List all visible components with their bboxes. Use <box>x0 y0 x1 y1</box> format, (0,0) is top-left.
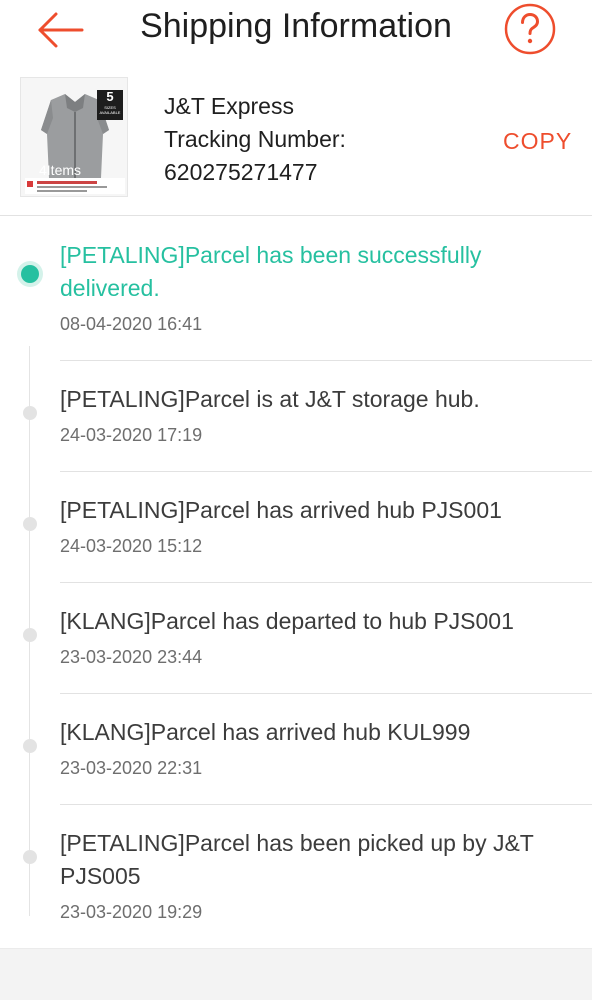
event-description: [PETALING]Parcel has been successfully d… <box>60 242 482 301</box>
event-description: [PETALING]Parcel is at J&T storage hub. <box>60 386 480 412</box>
sizes-badge-number: 5 <box>106 89 114 104</box>
timeline-dot <box>23 739 37 753</box>
event-divider <box>60 471 592 472</box>
event-description: [PETALING]Parcel has arrived hub PJS001 <box>60 497 502 523</box>
timeline-dot <box>23 628 37 642</box>
timeline-dot <box>23 517 37 531</box>
event-timestamp: 24-03-2020 17:19 <box>60 425 203 445</box>
thumbnail-overlay-text: 4Items <box>39 162 82 178</box>
event-timestamp: 08-04-2020 16:41 <box>60 314 203 334</box>
event-divider <box>60 360 592 361</box>
timeline-dot <box>23 850 37 864</box>
product-thumbnail[interactable]: 5 SIZES AVAILABLE 4Items <box>20 77 128 197</box>
question-circle-icon <box>504 3 556 55</box>
event-divider <box>60 804 592 805</box>
timeline-dot <box>23 406 37 420</box>
tracking-number: 620275271477 <box>164 159 318 185</box>
timeline-dot-active <box>21 265 39 283</box>
header-bar: Shipping Information <box>0 0 592 70</box>
event-timestamp: 23-03-2020 22:31 <box>60 758 203 778</box>
copy-button[interactable]: COPY <box>503 127 572 155</box>
event-divider <box>60 693 592 694</box>
event-timestamp: 23-03-2020 19:29 <box>60 902 203 922</box>
event-description: [KLANG]Parcel has arrived hub KUL999 <box>60 719 471 745</box>
event-divider <box>60 582 592 583</box>
event-timestamp: 24-03-2020 15:12 <box>60 536 203 556</box>
shipment-summary: 5 SIZES AVAILABLE 4Items J&T Express Tra… <box>0 70 592 216</box>
footer-band <box>0 948 592 1000</box>
sizes-badge-text: SIZES AVAILABLE <box>99 105 121 115</box>
event-description: [PETALING]Parcel has been picked up by J… <box>60 830 534 889</box>
help-button[interactable] <box>503 2 557 56</box>
event-description: [KLANG]Parcel has departed to hub PJS001 <box>60 608 514 634</box>
carrier-name: J&T Express <box>164 93 294 119</box>
event-timestamp: 23-03-2020 23:44 <box>60 647 203 667</box>
tracking-label: Tracking Number: <box>164 126 346 152</box>
